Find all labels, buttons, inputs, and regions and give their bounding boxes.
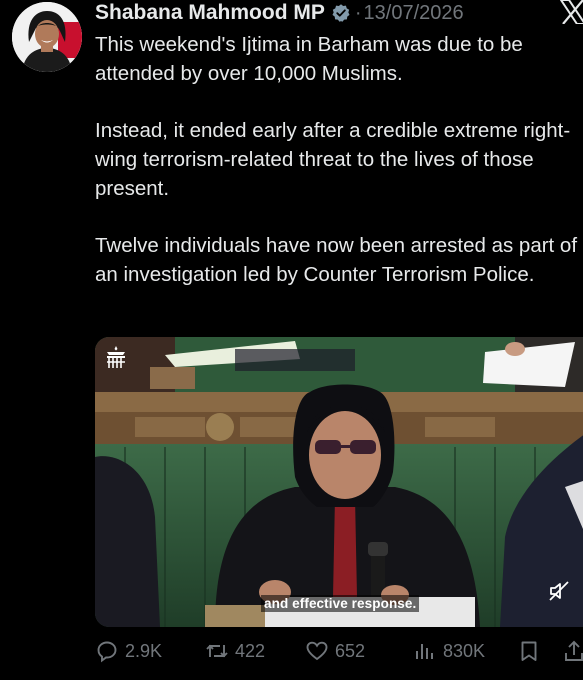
share-icon	[563, 639, 583, 663]
view-count: 830K	[443, 640, 486, 661]
repost-button[interactable]: 422	[205, 636, 265, 666]
like-count: 652	[335, 640, 366, 661]
tweet-paragraph: Instead, it ended early after a credible…	[95, 119, 571, 200]
x-logo-icon[interactable]	[559, 0, 583, 25]
author-name[interactable]: Shabana Mahmood MP	[95, 1, 325, 25]
header-separator: ·	[354, 1, 362, 24]
tweet-paragraph: This weekend's Ijtima in Barham was due …	[95, 33, 523, 85]
reply-count: 2.9K	[125, 640, 163, 661]
tweet-date[interactable]: 13/07/2026	[364, 2, 464, 25]
portcullis-crest-icon	[104, 345, 128, 371]
author-avatar[interactable]	[12, 2, 82, 72]
bookmark-button[interactable]	[517, 636, 541, 666]
repost-icon	[205, 639, 229, 663]
tweet-actions: 2.9K 422 652 830K	[95, 636, 583, 666]
video-frame	[95, 337, 583, 627]
views-button[interactable]: 830K	[413, 636, 485, 666]
heart-icon	[305, 639, 329, 663]
tweet-header: Shabana Mahmood MP · 13/07/2026	[95, 0, 464, 26]
video-caption: and effective response.	[261, 595, 420, 612]
reply-button[interactable]: 2.9K	[95, 636, 162, 666]
tweet-text: This weekend's Ijtima in Barham was due …	[95, 30, 581, 317]
reply-icon	[95, 639, 119, 663]
share-button[interactable]	[563, 636, 583, 666]
mute-icon[interactable]	[547, 579, 571, 603]
like-button[interactable]: 652	[305, 636, 365, 666]
verified-badge-icon[interactable]	[331, 3, 351, 23]
views-icon	[413, 639, 437, 663]
tweet-paragraph: Twelve individuals have now been arreste…	[95, 234, 578, 286]
bookmark-icon	[517, 639, 541, 663]
repost-count: 422	[235, 640, 266, 661]
video-player[interactable]: and effective response.	[95, 337, 583, 627]
